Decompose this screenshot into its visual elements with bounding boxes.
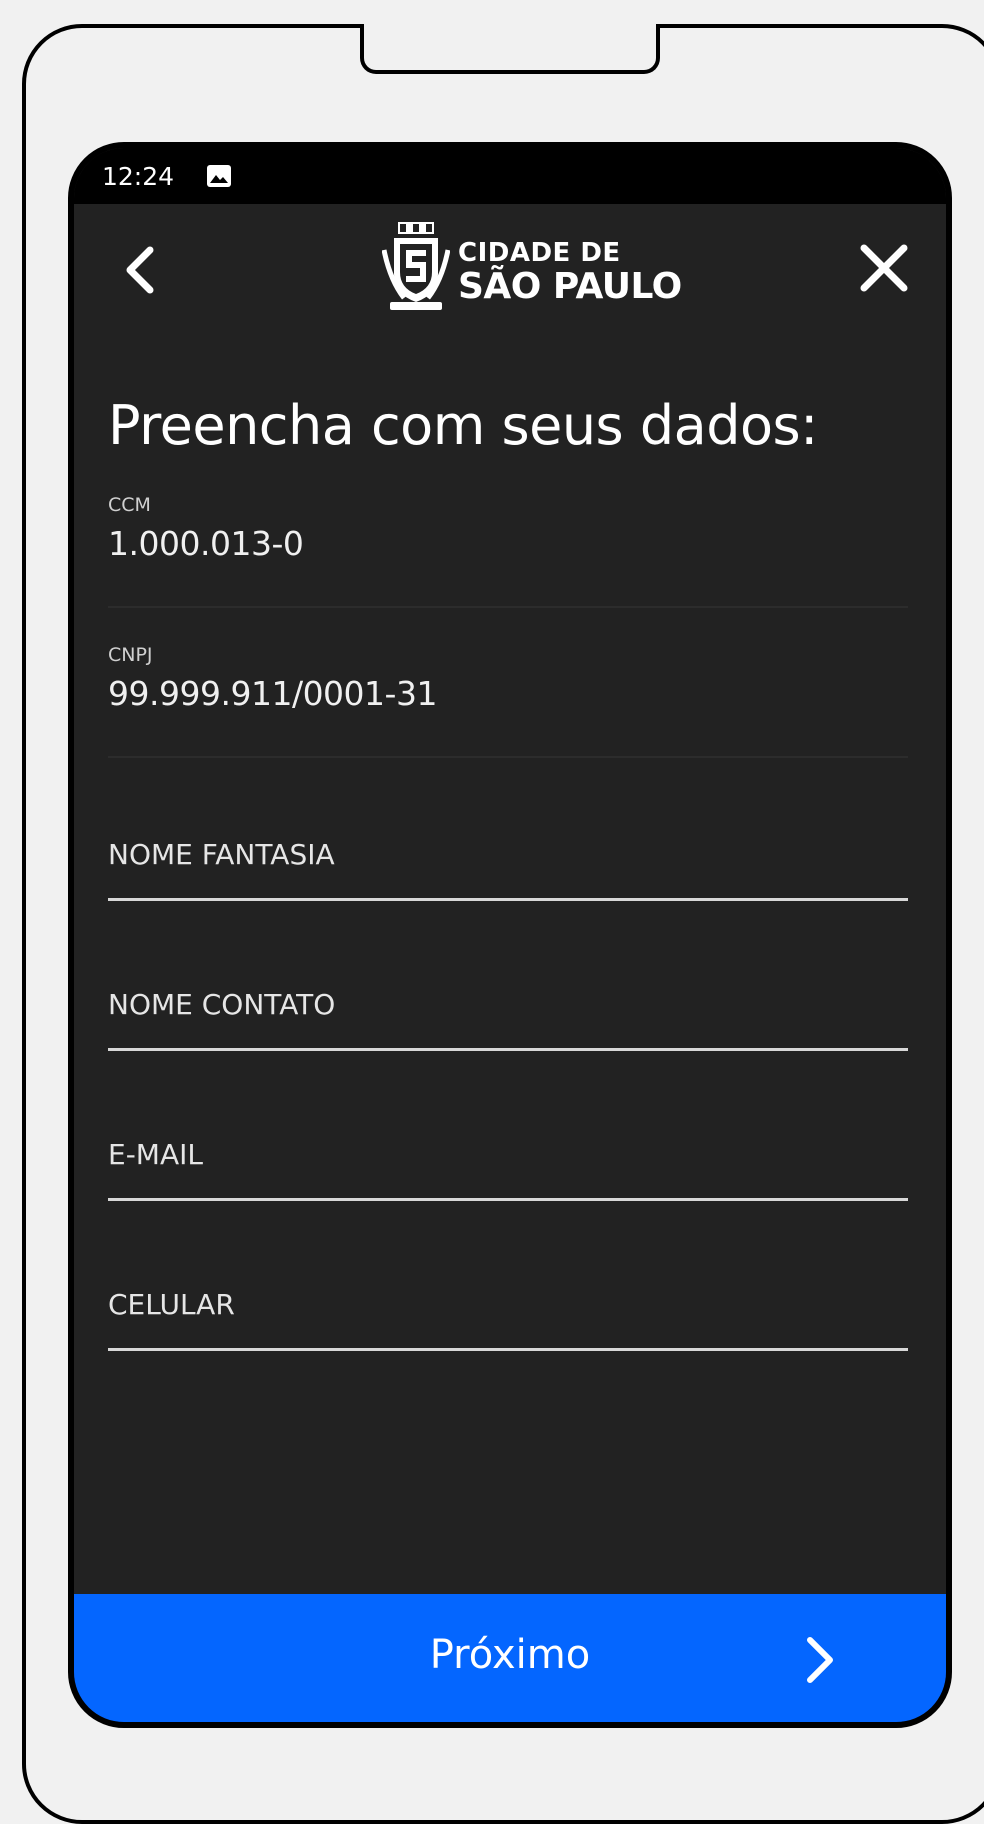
cnpj-value: 99.999.911/0001-31 xyxy=(108,674,437,713)
app-screen: 12:24 CIDADE DE SÃO PAULO Preencha com s… xyxy=(68,142,952,1728)
status-bar: 12:24 xyxy=(74,148,946,204)
back-button[interactable] xyxy=(114,234,174,304)
nome-fantasia-input[interactable]: NOME FANTASIA xyxy=(108,812,908,901)
sao-paulo-crest-icon xyxy=(382,222,450,310)
email-placeholder: E-MAIL xyxy=(108,1138,203,1171)
next-button[interactable]: Próximo xyxy=(74,1594,946,1722)
logo-text-line1: CIDADE DE xyxy=(458,238,621,268)
nome-contato-placeholder: NOME CONTATO xyxy=(108,988,336,1021)
cnpj-field: CNPJ 99.999.911/0001-31 xyxy=(108,644,908,758)
ccm-value: 1.000.013-0 xyxy=(108,524,304,563)
nome-contato-input[interactable]: NOME CONTATO xyxy=(108,962,908,1051)
nome-fantasia-placeholder: NOME FANTASIA xyxy=(108,838,335,871)
page-title: Preencha com seus dados: xyxy=(108,394,818,457)
close-button[interactable] xyxy=(854,236,914,300)
chevron-left-icon xyxy=(126,246,154,294)
city-logo: CIDADE DE SÃO PAULO xyxy=(382,220,682,316)
celular-placeholder: CELULAR xyxy=(108,1288,235,1321)
close-icon xyxy=(860,244,908,292)
cnpj-label: CNPJ xyxy=(108,644,153,666)
email-input[interactable]: E-MAIL xyxy=(108,1112,908,1201)
image-icon xyxy=(207,165,231,187)
chevron-right-icon xyxy=(807,1637,833,1683)
logo-text-line2: SÃO PAULO xyxy=(458,266,682,307)
ccm-label: CCM xyxy=(108,494,151,516)
ccm-field: CCM 1.000.013-0 xyxy=(108,494,908,608)
device-speaker-notch xyxy=(360,24,660,74)
celular-input[interactable]: CELULAR xyxy=(108,1262,908,1351)
status-time: 12:24 xyxy=(102,162,175,191)
